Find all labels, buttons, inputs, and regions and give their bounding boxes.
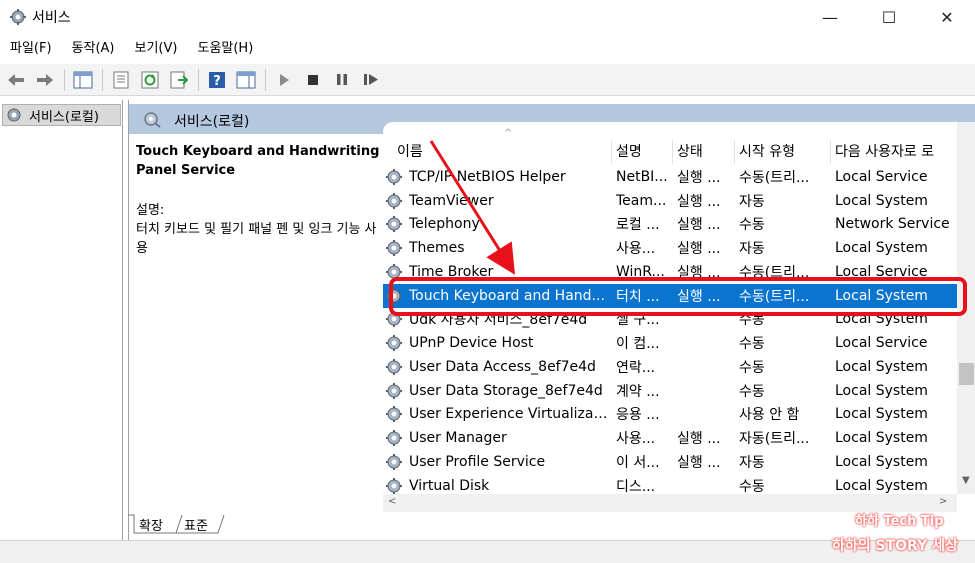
annotation-highlight-box (389, 277, 967, 316)
watermark-line1: 하하 Tech Tip (855, 514, 944, 529)
watermark-line2: 하하의 STORY 세상 (832, 538, 958, 554)
